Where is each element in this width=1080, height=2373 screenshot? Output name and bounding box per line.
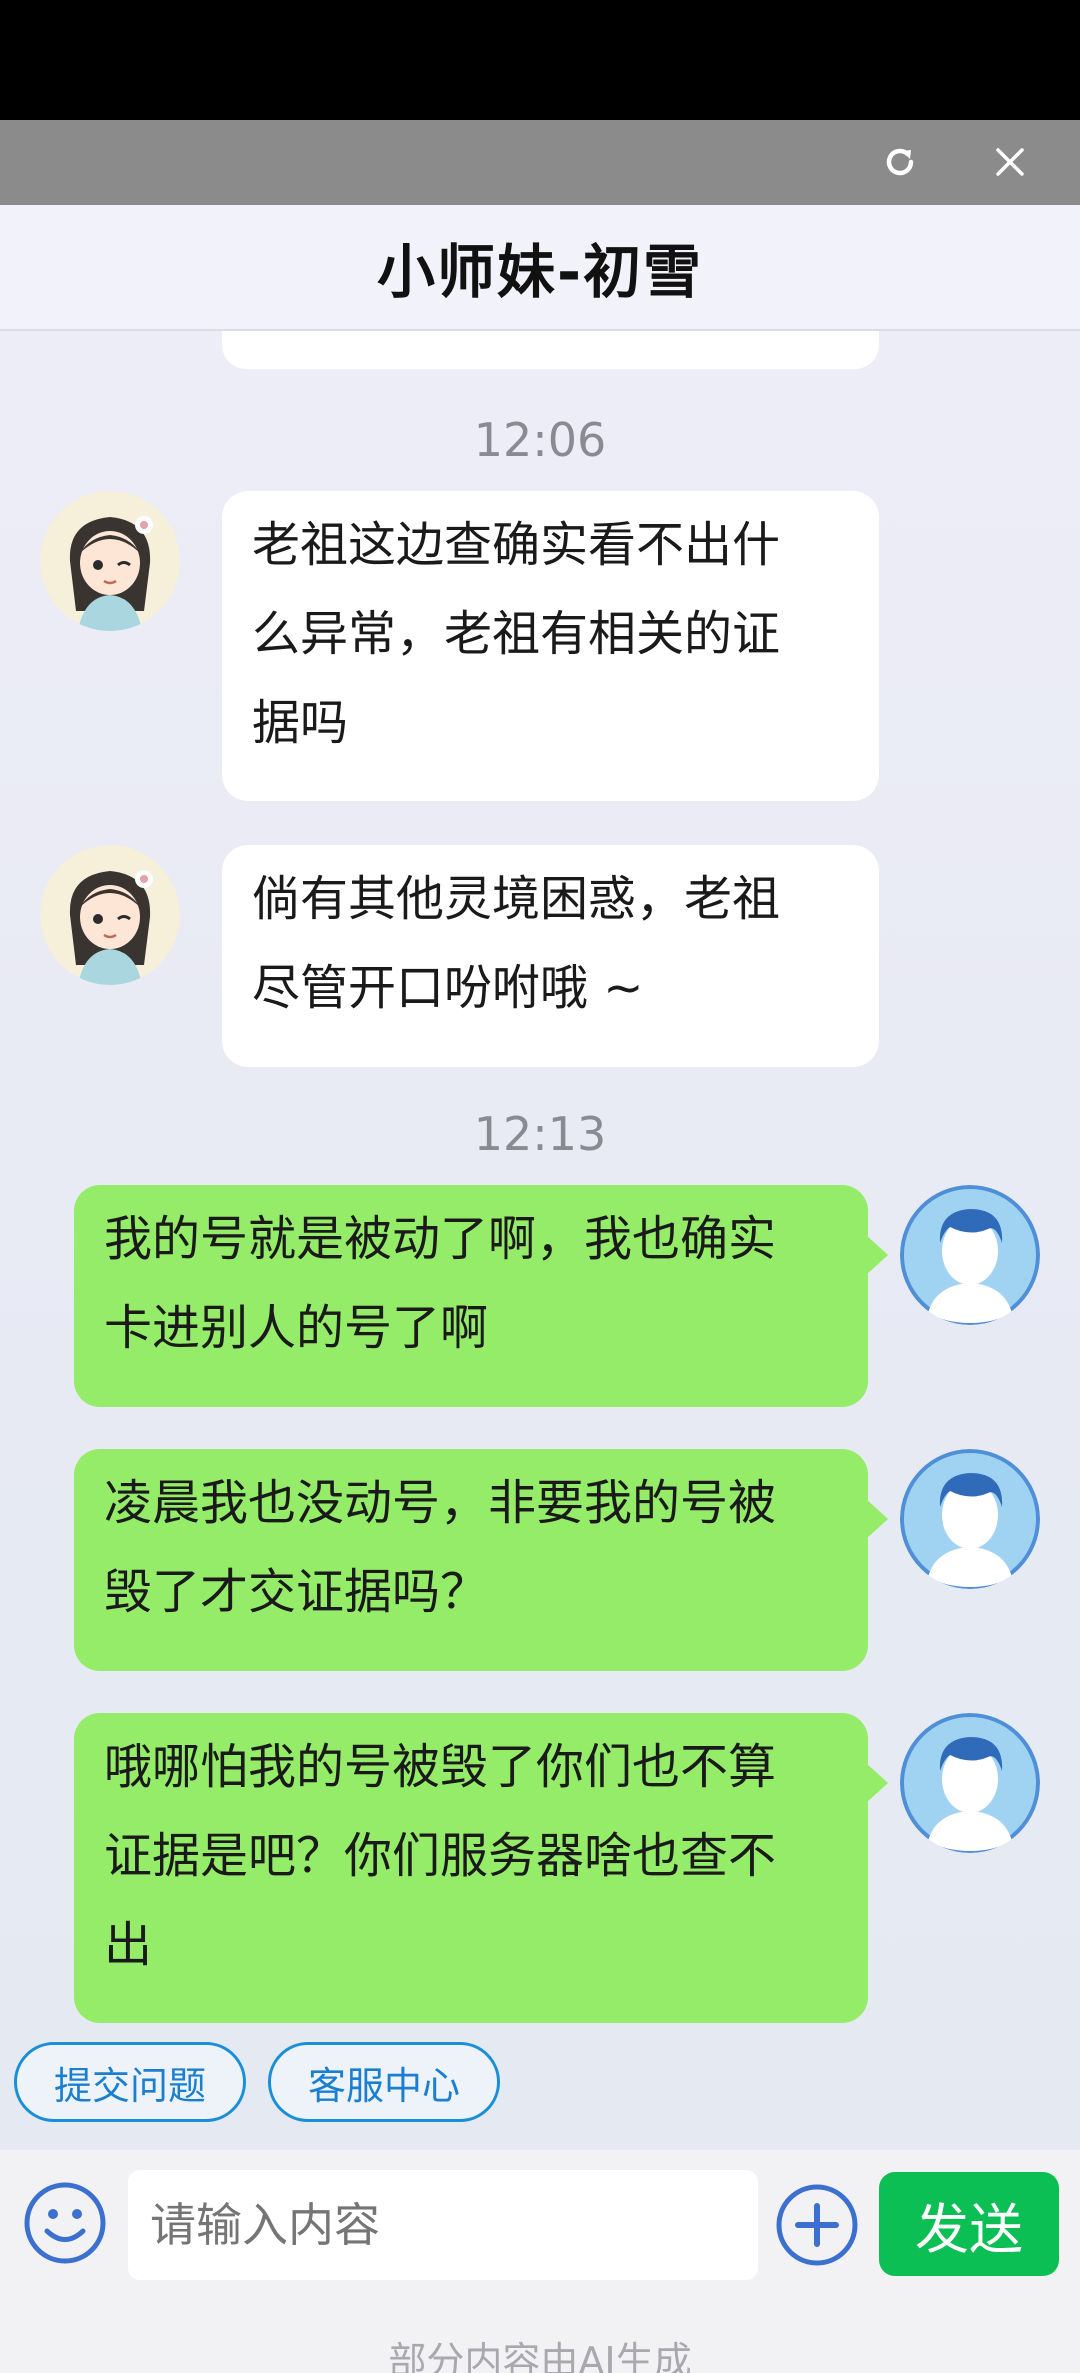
message-input[interactable] — [128, 2170, 758, 2280]
outgoing-message: 凌晨我也没动号，非要我的号被 毁了才交证据吗？ — [74, 1449, 888, 1671]
agent-avatar[interactable] — [40, 491, 180, 631]
close-button[interactable] — [980, 132, 1040, 192]
message-line: 毁了才交证据吗？ — [104, 1564, 489, 1620]
incoming-message: 老祖这边查确实看不出什 么异常，老祖有相关的证 据吗 — [222, 491, 879, 801]
message-line: 证据是吧？你们服务器啥也查不 — [104, 1828, 777, 1884]
send-button[interactable]: 发送 — [879, 2172, 1059, 2276]
incoming-message: 倘有其他灵境困惑，老祖 尽管开口吩咐哦 ~ — [222, 845, 879, 1067]
add-attachment-button[interactable] — [774, 2182, 860, 2268]
user-avatar-icon — [900, 1713, 1040, 1853]
close-icon — [996, 148, 1024, 176]
emoji-icon — [24, 2182, 106, 2264]
message-line: 凌晨我也没动号，非要我的号被 — [104, 1475, 777, 1531]
user-avatar[interactable] — [900, 1185, 1040, 1325]
message-line: 卡进别人的号了啊 — [104, 1300, 489, 1356]
chat-header: 小师妹-初雪 — [0, 205, 1080, 331]
user-avatar-icon — [900, 1185, 1040, 1325]
refresh-icon — [886, 148, 914, 176]
webview-topbar — [0, 120, 1080, 205]
previous-message-fragment — [222, 331, 879, 369]
message-line: 么异常，老祖有相关的证 — [252, 606, 781, 662]
message-line: 哦哪怕我的号被毁了你们也不算 — [104, 1739, 777, 1795]
user-avatar[interactable] — [900, 1713, 1040, 1853]
status-bar — [0, 0, 1080, 120]
agent-avatar-icon — [40, 491, 180, 631]
outgoing-message: 我的号就是被动了啊，我也确实 卡进别人的号了啊 — [74, 1185, 888, 1407]
message-line: 倘有其他灵境困惑，老祖 — [252, 871, 781, 927]
message-line: 据吗 — [252, 695, 349, 751]
refresh-button[interactable] — [870, 132, 930, 192]
message-line: 老祖这边查确实看不出什 — [252, 517, 781, 573]
chat-app: 小师妹-初雪 12:06 老祖这边查确实看不出什 么异常，老祖有相关的证 据吗 … — [0, 205, 1080, 2373]
user-avatar-icon — [900, 1449, 1040, 1589]
message-line: 我的号就是被动了啊，我也确实 — [104, 1211, 777, 1267]
message-line: 尽管开口吩咐哦 ~ — [252, 960, 644, 1016]
timestamp: 12:06 — [473, 413, 607, 467]
user-avatar[interactable] — [900, 1449, 1040, 1589]
plus-circle-icon — [776, 2184, 858, 2266]
agent-avatar-icon — [40, 845, 180, 985]
chat-title: 小师妹-初雪 — [376, 238, 704, 306]
timestamp: 12:13 — [473, 1107, 607, 1161]
message-list[interactable]: 12:06 老祖这边查确实看不出什 么异常，老祖有相关的证 据吗 倘有其他灵境困… — [0, 331, 1080, 2231]
input-bar: 发送 部分内容由AI生成 — [0, 2150, 1080, 2373]
message-line: 出 — [104, 1917, 153, 1973]
emoji-button[interactable] — [22, 2180, 108, 2266]
submit-issue-chip[interactable]: 提交问题 — [14, 2042, 246, 2122]
service-center-chip[interactable]: 客服中心 — [268, 2042, 500, 2122]
agent-avatar[interactable] — [40, 845, 180, 985]
ai-disclaimer: 部分内容由AI生成 — [388, 2339, 692, 2373]
outgoing-message: 哦哪怕我的号被毁了你们也不算 证据是吧？你们服务器啥也查不 出 — [74, 1713, 888, 2023]
